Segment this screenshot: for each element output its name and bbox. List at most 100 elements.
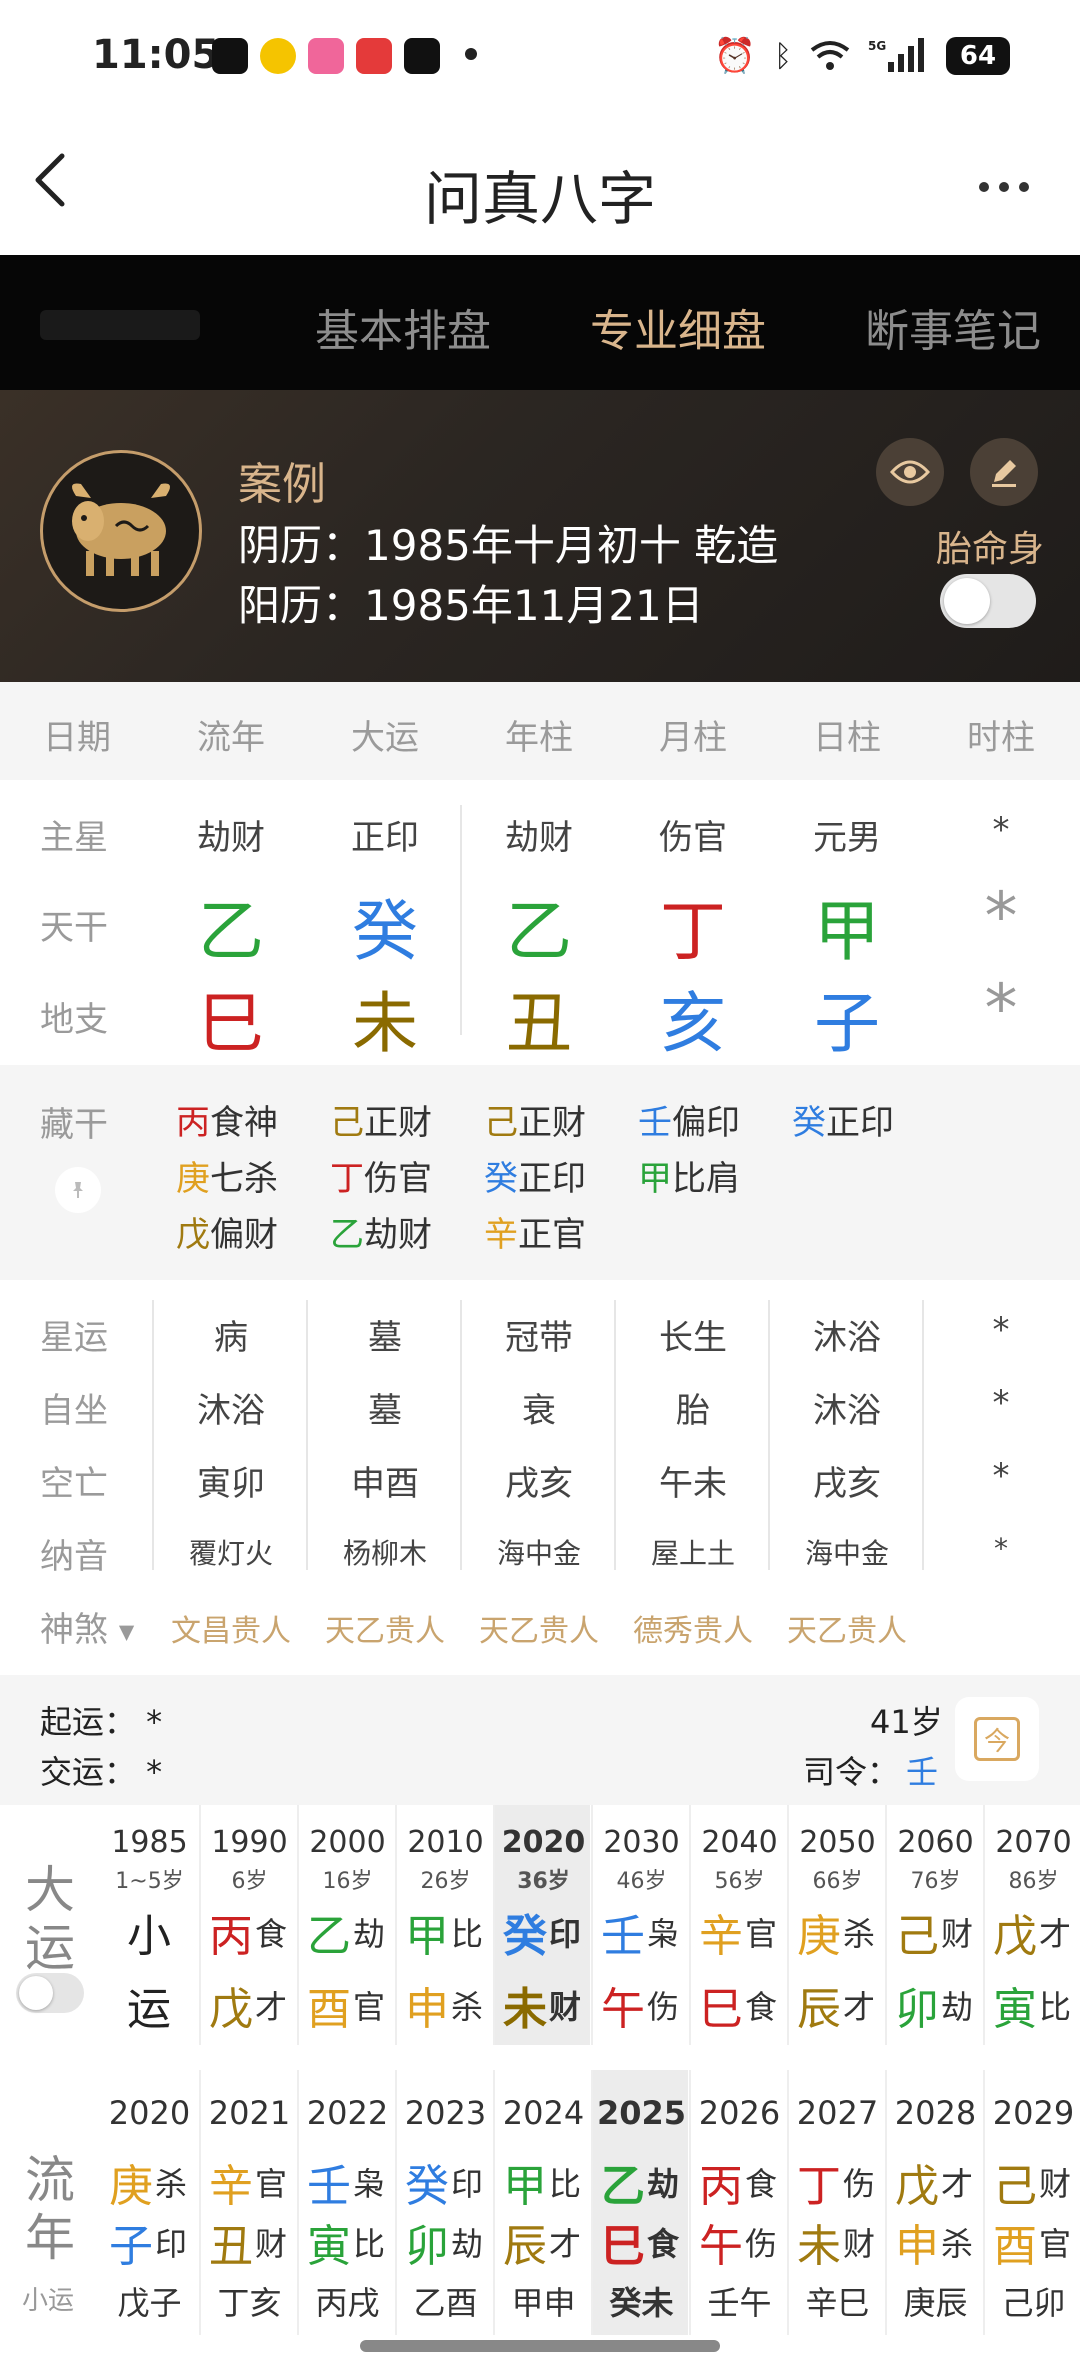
dayun-branch-god: 劫 — [941, 1988, 974, 2026]
zizuo-cell: 墓 — [368, 1391, 402, 1431]
dayun-branch: 午 — [601, 1984, 645, 2035]
liunian-stem: 丁 — [797, 2161, 841, 2212]
dayun-branch-god: 官 — [353, 1988, 386, 2026]
liunian-branch-god: 财 — [255, 2225, 288, 2263]
liunian-branch: 申 — [895, 2221, 939, 2272]
dayun-toggle[interactable] — [16, 1973, 84, 2013]
xiaoyun-ganzhi: 庚辰 — [903, 2284, 968, 2322]
home-indicator — [360, 2340, 720, 2352]
dayun-year: 1985 — [111, 1825, 188, 1860]
liunian-column[interactable]: 2024 甲比辰才甲申 — [493, 2070, 590, 2335]
dayun-column[interactable]: 1990 6岁丙食戊才 — [199, 1805, 296, 2045]
tab-basic-chart[interactable]: 基本排盘 — [315, 295, 491, 359]
dayun-stem-god: 官 — [745, 1915, 778, 1953]
dayun-stem: 戊 — [993, 1911, 1037, 1962]
nayin-cell: 覆灯火 — [188, 1537, 273, 1570]
dayun-column[interactable]: 1985 1~5岁小运 — [101, 1805, 198, 2045]
visibility-button[interactable] — [876, 438, 944, 506]
liunian-stem: 壬 — [307, 2161, 351, 2212]
liunian-stem: 戊 — [895, 2161, 939, 2212]
xiaoyun-ganzhi: 己卯 — [1001, 2284, 1066, 2322]
dayun-column[interactable]: 2030 46岁壬枭午伤 — [591, 1805, 688, 2045]
blurred-tab — [40, 310, 200, 340]
kongwang-cell: 寅卯 — [197, 1464, 265, 1504]
liunian-column[interactable]: 2026 丙食午伤壬午 — [689, 2070, 786, 2335]
canggan-item: 戊偏财 — [176, 1207, 278, 1256]
zizuo-cell: 沐浴 — [197, 1391, 265, 1431]
dayun-branch-god: 伤 — [647, 1988, 680, 2026]
dayun-column[interactable]: 2020 36岁癸印未财 — [493, 1805, 590, 2045]
pencil-icon — [992, 460, 1016, 487]
dayun-column[interactable]: 2050 66岁庚杀辰才 — [787, 1805, 884, 2045]
calendar-today-icon: 今 — [974, 1717, 1020, 1761]
canggan-stem: 甲 — [638, 1159, 672, 1199]
dayun-year: 2070 — [995, 1825, 1072, 1860]
svg-text:5G: 5G — [868, 39, 886, 53]
zizuo-cell: 衰 — [522, 1391, 556, 1431]
xiaoyun-ganzhi: 戊子 — [117, 2284, 182, 2322]
dayun-column[interactable]: 2070 86岁戊才寅比 — [983, 1805, 1080, 2045]
liunian-section: 流 年 小运 2020 庚杀子印戊子 2021 辛官丑财丁亥 2022 壬枭寅比丙戌 202… — [0, 2070, 1080, 2335]
dayun-year: 2030 — [603, 1825, 680, 1860]
dayun-age: 76岁 — [910, 1869, 961, 1894]
dizhi-glyph: 巳 — [198, 985, 264, 1062]
xingyun-cell: 病 — [214, 1318, 248, 1358]
pillar-column-headers: 日期 流年 大运 年柱 月柱 日柱 时柱 — [0, 682, 1080, 780]
kongwang-cell: 午未 — [659, 1464, 727, 1504]
liunian-column[interactable]: 2029 己财酉官己卯 — [983, 2070, 1080, 2335]
dayun-stem-god: 食 — [255, 1915, 288, 1953]
dayun-branch: 辰 — [797, 1984, 841, 2035]
main-star-cell: 伤官 — [659, 818, 727, 858]
pin-button[interactable] — [55, 1167, 101, 1213]
liunian-column[interactable]: 2020 庚杀子印戊子 — [101, 2070, 198, 2335]
wifi-icon — [810, 41, 850, 70]
liunian-column[interactable]: 2027 丁伤未财辛巳 — [787, 2070, 884, 2335]
tiangan-glyph: 甲 — [814, 893, 880, 970]
liunian-branch-god: 财 — [843, 2225, 876, 2263]
liunian-label-bottom: 年 — [25, 2209, 75, 2267]
today-button[interactable]: 今 — [955, 1697, 1039, 1781]
liunian-branch: 酉 — [993, 2221, 1037, 2272]
edit-button[interactable] — [970, 438, 1038, 506]
col-header-hour-pillar: 时柱 — [967, 718, 1035, 758]
liunian-stem-god: 印 — [451, 2165, 484, 2203]
app-screen: 11:05 ⏰ ᛒ 5G 64 问真八字 基本排盘 专业细盘 断事笔记 案例 阴… — [0, 0, 1080, 2374]
liunian-stem: 辛 — [209, 2161, 253, 2212]
dayun-stem-god: 财 — [941, 1915, 974, 1953]
canggan-stem: 己 — [330, 1103, 364, 1143]
liunian-column[interactable]: 2021 辛官丑财丁亥 — [199, 2070, 296, 2335]
dayun-column[interactable]: 2000 16岁乙劫酉官 — [297, 1805, 394, 2045]
dayun-column[interactable]: 2040 56岁辛官巳食 — [689, 1805, 786, 2045]
canggan-item: 壬偏印 — [638, 1095, 740, 1144]
liunian-column[interactable]: 2025 乙劫巳食癸未 — [591, 2070, 688, 2335]
current-age: 41岁 — [870, 1703, 943, 1741]
dayun-age: 56岁 — [714, 1869, 765, 1894]
row-label-nayin: 纳音 — [40, 1537, 108, 1577]
col-header-date: 日期 — [43, 718, 111, 758]
profile-card: 案例 阴历：1985年十月初十 乾造 阳历：1985年11月21日 胎命身 — [0, 390, 1080, 682]
shensha-cell: 天乙贵人 — [787, 1614, 907, 1649]
taiming-toggle[interactable] — [940, 574, 1036, 628]
shensha-dropdown[interactable]: 神煞 ▼ — [40, 1602, 134, 1651]
liunian-column[interactable]: 2022 壬枭寅比丙戌 — [297, 2070, 394, 2335]
dayun-column[interactable]: 2060 76岁己财卯劫 — [885, 1805, 982, 2045]
dayun-stem: 小 — [127, 1911, 171, 1962]
liunian-column[interactable]: 2028 戊才申杀庚辰 — [885, 2070, 982, 2335]
liunian-stem: 甲 — [503, 2161, 547, 2212]
battery-indicator: 64 — [946, 37, 1010, 75]
siling-label: 司令： — [803, 1753, 900, 1791]
page-title: 问真八字 — [423, 165, 656, 233]
main-star-cell: 元男 — [813, 818, 881, 858]
ox-zodiac-icon — [72, 483, 170, 576]
row-label-tiangan: 天干 — [40, 908, 108, 948]
shensha-cell: 德秀贵人 — [633, 1614, 753, 1649]
tiangan-glyph: 癸 — [352, 893, 418, 970]
kongwang-cell: 申酉 — [351, 1464, 419, 1504]
more-options-button[interactable] — [978, 150, 1030, 206]
tab-notes[interactable]: 断事笔记 — [865, 295, 1041, 359]
xingyun-cell: 冠带 — [505, 1318, 573, 1358]
dayun-column[interactable]: 2010 26岁甲比申杀 — [395, 1805, 492, 2045]
liunian-column[interactable]: 2023 癸印卯劫乙酉 — [395, 2070, 492, 2335]
canggan-stem: 庚 — [176, 1159, 210, 1199]
tab-professional-chart[interactable]: 专业细盘 — [590, 295, 766, 359]
